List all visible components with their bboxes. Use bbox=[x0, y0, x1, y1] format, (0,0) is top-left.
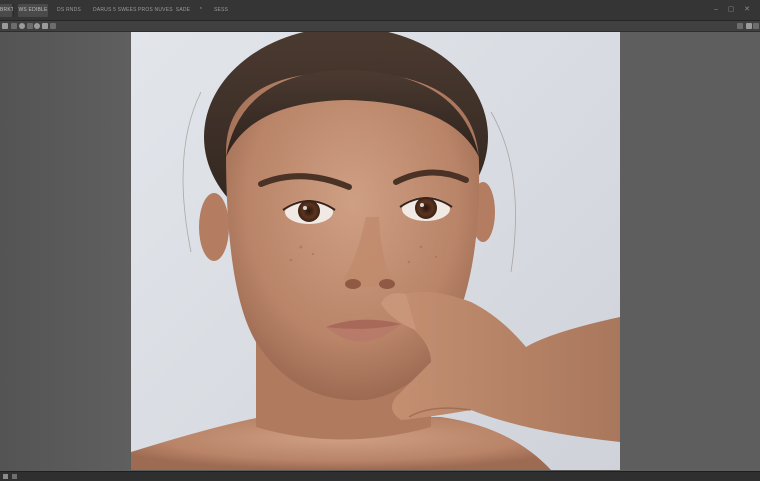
right-workspace-margin bbox=[620, 32, 760, 472]
arrange-icon[interactable] bbox=[753, 23, 759, 29]
tab-3[interactable]: DARUS 5 SWEES bbox=[93, 4, 137, 17]
tab-1[interactable]: WS EDIBLE bbox=[18, 4, 48, 17]
tab-0[interactable]: BRKT bbox=[0, 4, 14, 17]
portrait-photo bbox=[131, 32, 620, 470]
menu-icon[interactable] bbox=[50, 23, 56, 29]
maximize-icon[interactable]: ▢ bbox=[727, 6, 735, 14]
brush-icon[interactable] bbox=[11, 23, 17, 29]
tool-options-bar bbox=[0, 21, 760, 32]
document-canvas[interactable] bbox=[131, 32, 620, 470]
mask-icon[interactable] bbox=[42, 23, 48, 29]
zoom-icon[interactable] bbox=[3, 474, 8, 479]
close-icon[interactable]: ✕ bbox=[743, 6, 751, 14]
tab-divider bbox=[13, 4, 14, 16]
info-icon[interactable] bbox=[12, 474, 17, 479]
workspace-icon[interactable] bbox=[746, 23, 752, 29]
tab-6[interactable]: * bbox=[198, 4, 204, 17]
tab-4[interactable]: PROS NUVES bbox=[138, 4, 173, 17]
tab-2[interactable]: DS RNDS bbox=[54, 4, 84, 17]
tool-preset-icon[interactable] bbox=[2, 23, 8, 29]
left-workspace-margin bbox=[0, 32, 130, 472]
panel-toggle-icon[interactable] bbox=[737, 23, 743, 29]
circle-icon[interactable] bbox=[19, 23, 25, 29]
document-tab-bar: BRKT WS EDIBLE DS RNDS DARUS 5 SWEES PRO… bbox=[0, 0, 760, 21]
layer-icon[interactable] bbox=[27, 23, 33, 29]
minimize-icon[interactable]: – bbox=[712, 6, 720, 14]
settings-icon[interactable] bbox=[34, 23, 40, 29]
tab-5[interactable]: SADE bbox=[175, 4, 191, 17]
tab-7[interactable]: SESS bbox=[214, 4, 228, 17]
